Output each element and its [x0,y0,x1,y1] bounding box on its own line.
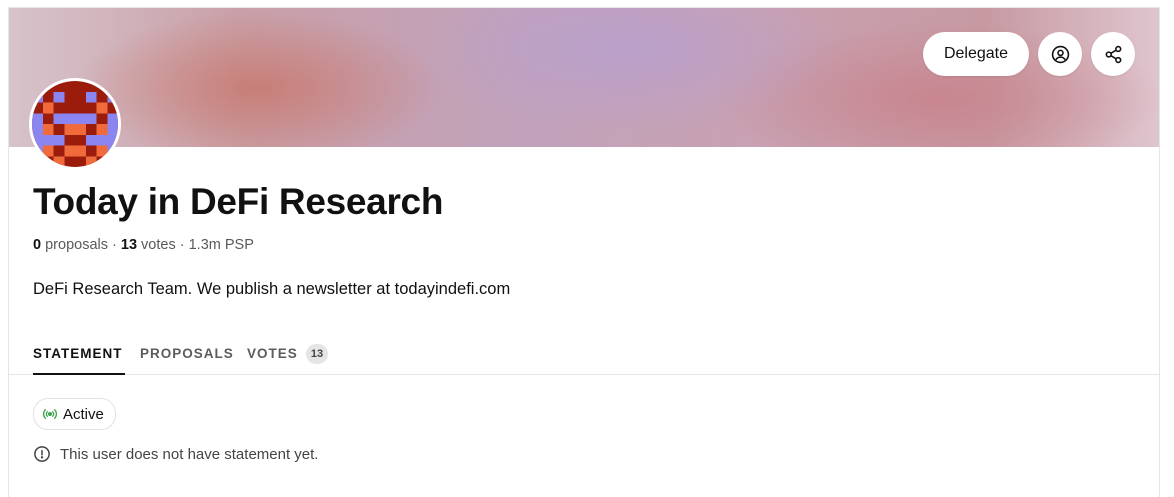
proposals-count: 0 [33,237,42,253]
cover-banner: Delegate [9,8,1159,147]
share-icon [1105,45,1121,63]
profile-page: Delegate Today in DeFi Research 0 propos… [8,7,1160,497]
proposals-label: proposals [45,237,108,253]
user-circle-icon [1051,45,1069,63]
share-button[interactable] [1091,32,1135,76]
profile-stats: 0 proposals · 13 votes · 1.3m PSP [33,237,254,253]
tab-bar: STATEMENT PROPOSALS VOTES 13 [9,340,1159,375]
page-title: Today in DeFi Research [33,181,444,222]
tab-votes[interactable]: VOTES [247,346,298,361]
broadcast-icon [43,409,57,419]
notice-text: This user does not have statement yet. [60,445,319,463]
tab-statement[interactable]: STATEMENT [33,346,123,361]
header-actions: Delegate [922,32,1135,76]
active-tab-indicator [33,373,125,375]
info-circle-icon [34,446,50,462]
delegate-button[interactable]: Delegate [922,32,1029,76]
voting-power: 1.3m PSP [188,237,254,253]
status-badge: Active [33,398,116,430]
votes-label: votes [141,237,176,253]
pixel-avatar-image [32,81,118,167]
statement-notice: This user does not have statement yet. [33,445,318,463]
stats-separator: · [107,237,121,253]
stats-separator: · [175,237,189,253]
tab-proposals[interactable]: PROPOSALS [140,346,234,361]
avatar [29,78,121,170]
votes-count-badge: 13 [306,344,328,364]
votes-count: 13 [120,237,138,253]
profile-button[interactable] [1038,32,1082,76]
profile-about: DeFi Research Team. We publish a newslet… [33,280,511,298]
status-label: Active [63,405,104,423]
